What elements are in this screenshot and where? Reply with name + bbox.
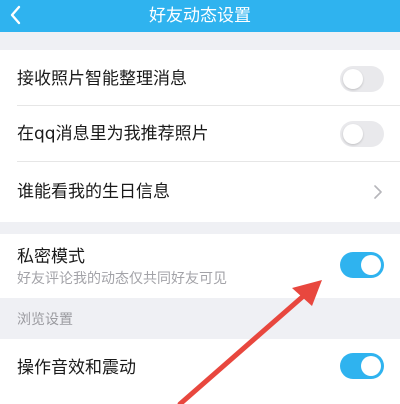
setting-label: 在qq消息里为我推荐照片 (17, 124, 209, 144)
toggle-knob (343, 69, 363, 89)
setting-row-recommend-photos: 在qq消息里为我推荐照片 (0, 106, 400, 162)
private-mode-toggle[interactable] (340, 252, 384, 278)
setting-label: 操作音效和震动 (17, 358, 136, 378)
setting-label: 谁能看我的生日信息 (17, 182, 170, 202)
watermark: Bai经验 (333, 382, 394, 402)
chevron-right-icon (374, 185, 382, 199)
setting-row-private-mode: 私密模式 好友评论我的动态仅共同好友可见 (0, 234, 400, 298)
setting-row-photo-organize: 接收照片智能整理消息 (0, 50, 400, 106)
page-title: 好友动态设置 (149, 6, 251, 26)
section-header-browse: 浏览设置 (17, 312, 73, 328)
setting-description: 好友评论我的动态仅共同好友可见 (17, 271, 227, 287)
toggle-knob (361, 255, 381, 275)
sound-vibration-toggle[interactable] (340, 353, 384, 379)
toggle-knob (343, 124, 363, 144)
setting-row-birthday-visibility[interactable]: 谁能看我的生日信息 (0, 162, 400, 222)
title-bar: 好友动态设置 (0, 0, 400, 32)
recommend-photos-toggle[interactable] (340, 121, 384, 147)
toggle-knob (361, 356, 381, 376)
photo-organize-toggle[interactable] (340, 66, 384, 92)
setting-label: 接收照片智能整理消息 (17, 69, 187, 89)
setting-label: 私密模式 (17, 247, 85, 267)
